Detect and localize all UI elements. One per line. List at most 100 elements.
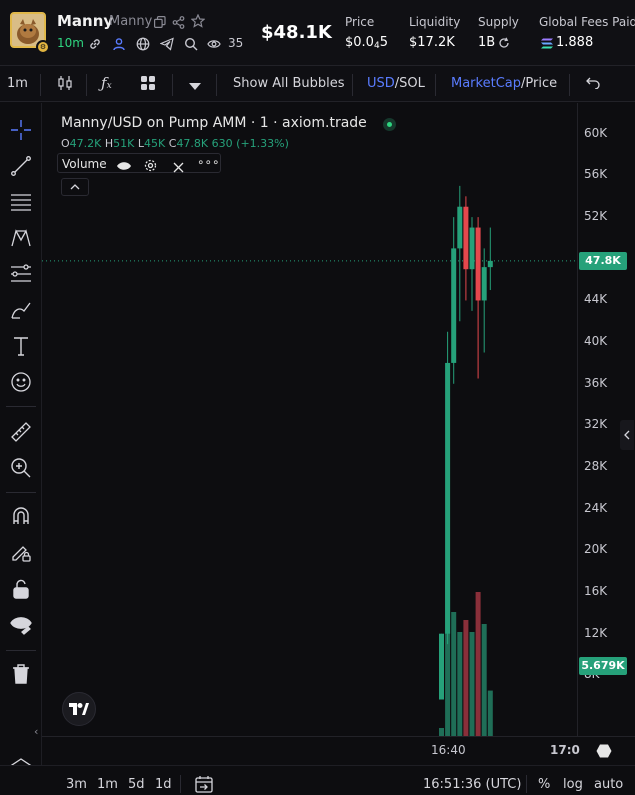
log-scale-toggle[interactable]: log	[563, 777, 583, 792]
trash-icon[interactable]	[8, 661, 34, 687]
rail-divider	[6, 650, 36, 651]
range-3m-button[interactable]: 3m	[66, 777, 87, 792]
price-tick: 12K	[584, 625, 608, 640]
copy-icon[interactable]	[153, 15, 167, 29]
metric-toggle[interactable]: MarketCap/Price	[451, 76, 557, 91]
ohlc-readout: O47.2K H51K L45K C47.8K 630 (+1.33%)	[61, 137, 289, 150]
supply-label: Supply	[478, 15, 519, 29]
settings-icon[interactable]	[144, 157, 157, 176]
liquidity-value: $17.2K	[409, 35, 455, 50]
link-icon[interactable]	[88, 37, 102, 51]
volume-label: Volume	[62, 157, 107, 171]
bottom-divider	[180, 775, 181, 793]
percent-scale-toggle[interactable]: %	[538, 777, 550, 792]
chart-legend-title: Manny/USD on Pump AMM · 1 · axiom.trade	[61, 115, 367, 131]
crosshair-icon[interactable]	[8, 117, 34, 143]
refresh-icon[interactable]	[497, 36, 511, 50]
candle-body	[457, 206, 463, 249]
price-tick: 44K	[584, 292, 608, 307]
price-tick: 20K	[584, 542, 608, 557]
time-axis[interactable]	[42, 736, 635, 764]
show-bubbles-toggle[interactable]: Show All Bubbles	[233, 76, 345, 91]
layout-grid-icon[interactable]	[140, 75, 156, 95]
rail-divider	[6, 492, 36, 493]
trend-line-icon[interactable]	[8, 153, 34, 179]
telegram-icon[interactable]	[160, 37, 174, 51]
collapse-rail-icon[interactable]: ‹	[34, 725, 38, 738]
globe-icon[interactable]	[136, 37, 150, 51]
expand-panel-handle[interactable]	[620, 420, 634, 450]
volume-bar	[451, 612, 457, 736]
supply-value: 1B	[478, 35, 496, 50]
candle-body	[445, 362, 451, 634]
chevron-down-icon[interactable]	[189, 80, 201, 95]
market-cap-value: $48.1K	[261, 22, 332, 43]
pattern-tool-icon[interactable]	[8, 225, 34, 251]
chart-toolbar: 1m ƒx Show All Bubbles USD/SOL MarketCap…	[0, 66, 635, 102]
more-options-icon[interactable]: ∘∘∘	[197, 155, 220, 169]
chart-settings-hex-icon[interactable]	[596, 743, 612, 763]
utc-clock[interactable]: 16:51:36 (UTC)	[423, 777, 521, 792]
zoom-in-icon[interactable]	[8, 455, 34, 481]
search-icon[interactable]	[184, 37, 198, 51]
price-tick: 24K	[584, 500, 608, 515]
volume-bar	[439, 728, 444, 736]
live-status-dot	[383, 118, 396, 131]
ruler-icon[interactable]	[8, 419, 34, 445]
magnet-icon[interactable]	[8, 503, 34, 529]
price-tick: 36K	[584, 375, 608, 390]
star-icon[interactable]	[191, 14, 205, 28]
volume-bar	[463, 620, 469, 736]
horizontal-lines-icon[interactable]	[8, 189, 34, 215]
range-1d-button[interactable]: 1d	[155, 777, 172, 792]
toolbar-divider	[569, 74, 570, 96]
toolbar-divider	[172, 74, 173, 96]
auto-scale-toggle[interactable]: auto	[594, 777, 623, 792]
lock-drawings-icon[interactable]	[8, 539, 34, 565]
close-icon[interactable]	[173, 158, 184, 177]
candle-body	[475, 227, 481, 301]
price-tick: 40K	[584, 334, 608, 349]
text-tool-icon[interactable]	[8, 333, 34, 359]
price-tick: 32K	[584, 417, 608, 432]
watchers-count: 35	[228, 36, 244, 50]
range-5d-button[interactable]: 5d	[128, 777, 145, 792]
hide-drawings-icon[interactable]	[8, 611, 34, 637]
candle-body	[463, 206, 469, 270]
interval-selector[interactable]: 1m	[7, 76, 28, 91]
price-tick: 52K	[584, 209, 608, 224]
verified-badge-icon: ⚙	[36, 40, 50, 54]
share-icon[interactable]	[171, 15, 185, 29]
tradingview-logo-icon[interactable]	[62, 692, 96, 726]
time-tick: 17:0	[550, 743, 580, 757]
indicators-icon[interactable]: ƒx	[101, 74, 112, 92]
token-header: ⚙ Manny Manny 10m 35 $48.1K Price $0.045…	[0, 0, 635, 66]
toolbar-divider	[86, 74, 87, 96]
candles-icon[interactable]	[57, 75, 73, 95]
currency-toggle[interactable]: USD/SOL	[367, 76, 425, 91]
unlock-icon[interactable]	[8, 576, 34, 602]
collapse-legend-button[interactable]	[61, 178, 89, 196]
user-icon[interactable]	[112, 37, 126, 51]
candle-body	[487, 260, 493, 268]
price-value: $0.045	[345, 35, 388, 51]
go-to-date-icon[interactable]	[195, 775, 213, 795]
candle-body	[439, 633, 444, 700]
candlestick-chart[interactable]	[42, 103, 577, 736]
emoji-icon[interactable]	[8, 369, 34, 395]
volume-bar	[475, 592, 481, 736]
eye-icon[interactable]	[116, 157, 132, 176]
range-1m-button[interactable]: 1m	[97, 777, 118, 792]
undo-icon[interactable]	[586, 77, 600, 93]
solana-icon	[540, 36, 554, 50]
price-tick: 16K	[584, 584, 608, 599]
toolbar-divider	[435, 74, 436, 96]
liquidity-label: Liquidity	[409, 15, 461, 29]
toolbar-divider	[352, 74, 353, 96]
price-tick: 60K	[584, 125, 608, 140]
volume-indicator-legend: Volume ∘∘∘	[57, 153, 221, 173]
fib-tool-icon[interactable]	[8, 261, 34, 287]
rail-divider	[6, 406, 36, 407]
volume-bar	[457, 632, 463, 736]
brush-icon[interactable]	[8, 297, 34, 323]
